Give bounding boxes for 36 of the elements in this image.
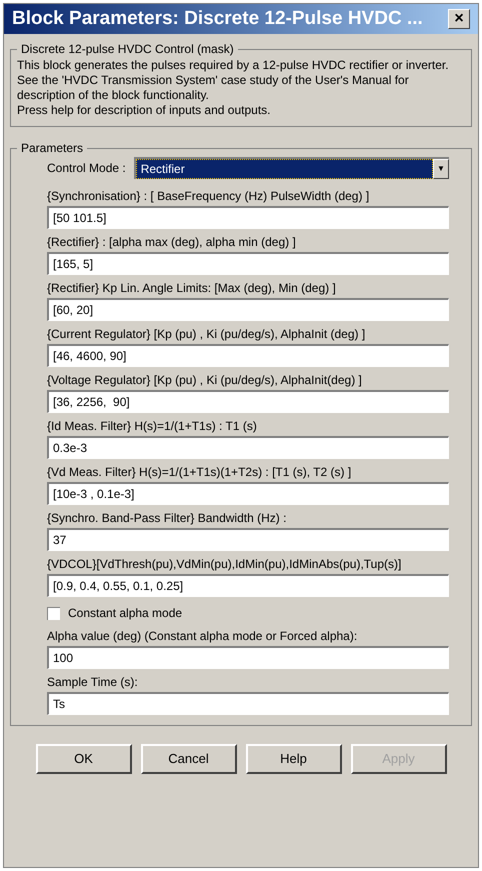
input-field[interactable]: [60, 20] — [47, 298, 449, 321]
field-label: {Id Meas. Filter} H(s)=1/(1+T1s) : T1 (s) — [47, 419, 258, 434]
close-button[interactable]: × — [448, 9, 470, 29]
dialog-button[interactable]: OK — [36, 744, 132, 774]
input-field[interactable]: [36, 2256, 90] — [47, 390, 449, 413]
window-title: Block Parameters: Discrete 12-Pulse HVDC ... — [12, 6, 423, 31]
field-label: {VDCOL}[VdThresh(pu),VdMin(pu),IdMin(pu),IdMinAbs(pu),Tup(s)] — [47, 557, 402, 572]
input-field[interactable]: [46, 4600, 90] — [47, 344, 449, 367]
input-field[interactable]: [0.9, 0.4, 0.55, 0.1, 0.25] — [47, 574, 449, 597]
field-label: Control Mode : — [47, 160, 126, 177]
field-label: Alpha value (deg) (Constant alpha mode or Forced alpha): — [47, 629, 358, 644]
field-label: {Vd Meas. Filter} H(s)=1/(1+T1s)(1+T2s) : [T1 (s), T2 (s) ] — [47, 465, 352, 480]
input-field[interactable]: Ts — [47, 692, 449, 715]
checkbox-label: Constant alpha mode — [68, 605, 182, 622]
field-label: {Rectifier} : [alpha max (deg), alpha min (deg) ] — [47, 235, 297, 250]
group-title: Discrete 12-pulse HVDC Control (mask) — [20, 41, 235, 58]
input-field[interactable]: [165, 5] — [47, 252, 449, 275]
input-field[interactable]: [50 101.5] — [47, 206, 449, 229]
group-title: Parameters — [20, 140, 84, 157]
input-field[interactable]: 0.3e-3 — [47, 436, 449, 459]
field-label: {Synchro. Band-Pass Filter} Bandwidth (Hz) : — [47, 511, 288, 526]
input-field[interactable]: [10e-3 , 0.1e-3] — [47, 482, 449, 505]
field-label: {Voltage Regulator} [Kp (pu) , Ki (pu/deg/s), AlphaInit(deg) ] — [47, 373, 363, 388]
field-label: {Current Regulator} [Kp (pu) , Ki (pu/deg/s), AlphaInit (deg) ] — [47, 327, 366, 342]
dialog-button[interactable]: Help — [246, 744, 342, 774]
input-field[interactable]: 37 — [47, 528, 449, 551]
description-text: Press help for description of inputs and outputs. — [17, 103, 272, 118]
field-label: Sample Time (s): — [47, 675, 139, 690]
dropdown[interactable]: Rectifier ▼ — [134, 157, 449, 179]
field-label: {Synchronisation} : [ BaseFrequency (Hz) PulseWidth (deg) ] — [47, 189, 370, 204]
field-label: {Rectifier} Kp Lin. Angle Limits: [Max (deg), Min (deg) ] — [47, 281, 337, 296]
input-field[interactable]: 100 — [47, 646, 449, 669]
checkbox[interactable] — [47, 606, 60, 620]
description-text: This block generates the pulses required by a 12-pulse HVDC rectifier or inverter. — [17, 58, 450, 73]
dialog-button[interactable]: Cancel — [140, 744, 236, 774]
description-text: See the 'HVDC Transmission System' case study of the User's Manual for description of the block functionality. — [17, 73, 410, 103]
